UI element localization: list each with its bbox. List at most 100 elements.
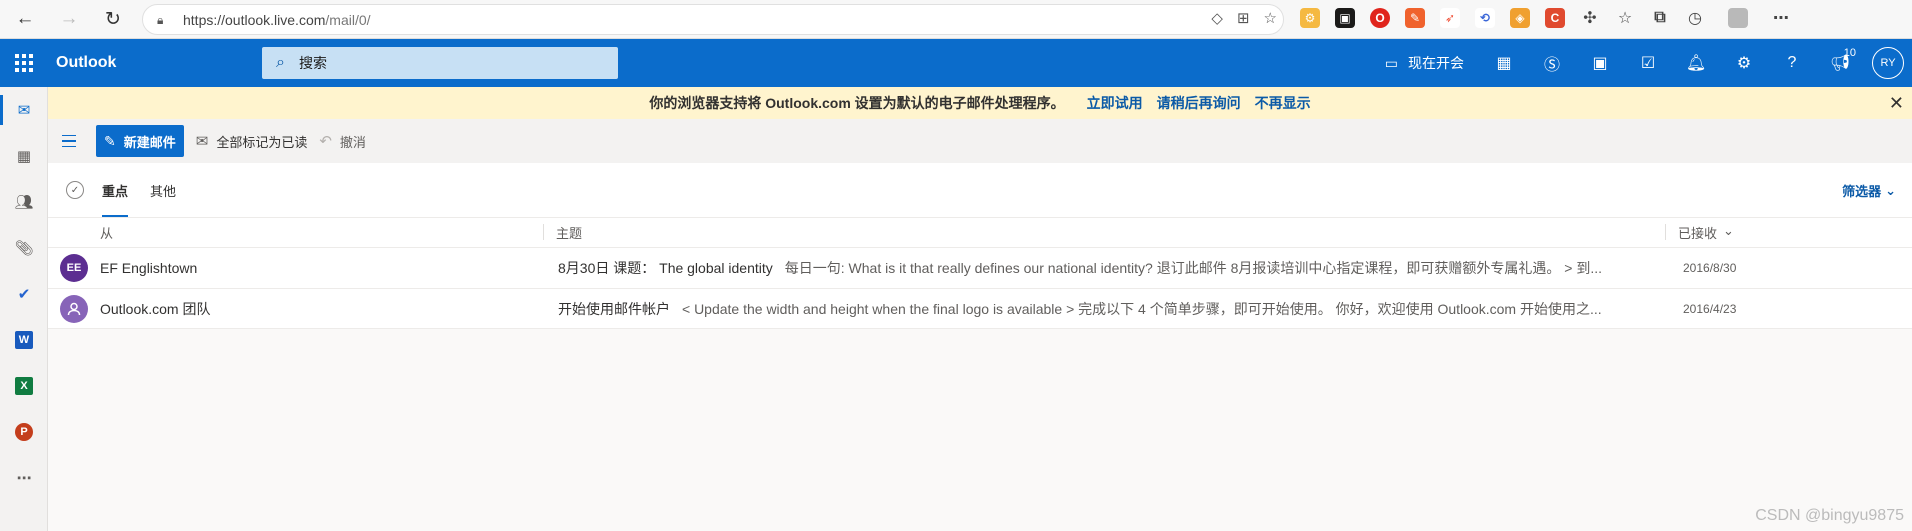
browser-profile-avatar[interactable]	[1728, 8, 1748, 28]
hamburger-menu-icon[interactable]	[62, 134, 86, 148]
collections-icon[interactable]: ⧉	[1650, 8, 1670, 28]
meet-now-button[interactable]: ▭ 现在开会	[1375, 53, 1480, 73]
calendar-icon: ▦	[16, 148, 32, 165]
undo-icon: ↶	[319, 133, 332, 150]
app-brand[interactable]: Outlook	[56, 54, 216, 72]
favorites-icon[interactable]: ☆	[1615, 8, 1635, 28]
whats-new-icon[interactable]: 📢︎ 10	[1816, 39, 1864, 87]
message-subject-line: 开始使用邮件帐户 < Update the width and height wh…	[558, 299, 1698, 319]
rail-word[interactable]: W	[0, 317, 48, 363]
lock-icon: 🔒︎	[157, 12, 164, 27]
extension-1-icon[interactable]: ⚙	[1300, 8, 1320, 28]
message-subject: 开始使用邮件帐户	[558, 300, 670, 317]
refresh-icon[interactable]: ↻	[98, 4, 128, 34]
try-now-link[interactable]: 立即试用	[1087, 93, 1143, 113]
rail-todo[interactable]: ✔	[0, 271, 48, 317]
message-row[interactable]: EE EF Englishtown 8月30日 课题： The global i…	[48, 247, 1912, 288]
read-aloud-icon[interactable]: ◇	[1211, 9, 1223, 27]
rail-excel[interactable]: X	[0, 363, 48, 409]
app-rail: ✉ ▦ 👥︎ 📎︎ ✔ W X P ⋯	[0, 87, 48, 531]
history-icon[interactable]: ◷	[1685, 8, 1705, 28]
tab-other[interactable]: 其他	[150, 163, 176, 218]
app-available-icon[interactable]: ⊞	[1237, 9, 1250, 27]
url-host: https://outlook.live.com	[183, 11, 326, 28]
excel-icon: X	[15, 377, 33, 395]
filter-button[interactable]: 筛选器 ⌄	[1842, 181, 1896, 200]
url-path: /mail/0/	[325, 11, 371, 28]
extensions-bar: ⚙ ▣ O ✎ ➶ ⟲ ◈ C ✣ ☆ ⧉ ◷ ⋯	[1300, 8, 1791, 28]
notification-badge: 10	[1843, 47, 1856, 59]
column-received-label: 已接收	[1678, 226, 1718, 241]
filter-label: 筛选器	[1842, 184, 1882, 199]
my-day-icon[interactable]: ▦	[1480, 39, 1528, 87]
account-avatar[interactable]: RY	[1872, 47, 1904, 79]
skype-icon[interactable]: Ⓢ	[1528, 39, 1576, 87]
rail-mail[interactable]: ✉	[0, 87, 48, 133]
browser-menu-icon[interactable]: ⋯	[1771, 8, 1791, 28]
gear-icon[interactable]: ⚙	[1720, 39, 1768, 87]
column-subject[interactable]: 主题	[556, 223, 582, 242]
favorite-star-icon[interactable]: ☆	[1264, 9, 1277, 27]
extension-7-icon[interactable]: ◈	[1510, 8, 1530, 28]
people-icon: 👥︎	[14, 194, 34, 211]
undo-button[interactable]: ↶ 撤消	[319, 132, 366, 151]
message-preview: 每日一句: What is it that really defines our…	[784, 260, 1603, 276]
dont-show-link[interactable]: 不再显示	[1255, 93, 1311, 113]
mail-icon: ✉	[17, 102, 31, 119]
new-mail-label: 新建邮件	[123, 134, 176, 150]
rail-calendar[interactable]: ▦	[0, 133, 48, 179]
word-icon: W	[15, 331, 33, 349]
rail-files[interactable]: 📎︎	[0, 225, 48, 271]
extension-4-icon[interactable]: ✎	[1405, 8, 1425, 28]
select-all-checkbox[interactable]: ✓	[66, 181, 84, 199]
new-mail-button[interactable]: ✎ 新建邮件	[96, 125, 184, 157]
more-apps-icon: ⋯	[16, 470, 32, 487]
column-from[interactable]: 从	[100, 223, 113, 242]
rail-powerpoint[interactable]: P	[0, 409, 48, 455]
rail-people[interactable]: 👥︎	[0, 179, 48, 225]
ask-later-link[interactable]: 请稍后再询问	[1157, 93, 1241, 113]
banner-message: 你的浏览器支持将 Outlook.com 设置为默认的电子邮件处理程序。	[649, 95, 1065, 111]
sender-name: EF Englishtown	[100, 260, 198, 276]
bell-icon[interactable]: 🔔︎	[1672, 39, 1720, 87]
mark-all-read-label: 全部标记为已读	[216, 134, 308, 150]
message-row[interactable]: Outlook.com 团队 开始使用邮件帐户 < Update the widt…	[48, 288, 1912, 329]
default-handler-banner: 你的浏览器支持将 Outlook.com 设置为默认的电子邮件处理程序。 立即试…	[48, 87, 1912, 119]
column-received[interactable]: 已接收 ⌄	[1678, 223, 1734, 242]
meet-now-label: 现在开会	[1408, 55, 1464, 71]
paperclip-icon: 📎︎	[14, 240, 34, 257]
search-placeholder: 搜索	[298, 55, 327, 71]
app-launcher-icon[interactable]	[0, 39, 48, 87]
extensions-puzzle-icon[interactable]: ✣	[1580, 8, 1600, 28]
header-actions: ▭ 现在开会 ▦ Ⓢ ▣ ☑ 🔔︎ ⚙ ? 📢︎ 10 RY	[1375, 39, 1912, 87]
todo-icon[interactable]: ☑	[1624, 39, 1672, 87]
help-icon[interactable]: ?	[1768, 39, 1816, 87]
watermark: CSDN @bingyu9875	[1755, 507, 1904, 524]
forward-icon[interactable]: →	[54, 4, 84, 34]
message-date: 2016/8/30	[1683, 261, 1737, 275]
inbox-pivot: ✓ 重点 其他 筛选器 ⌄	[48, 163, 1912, 218]
rail-more[interactable]: ⋯	[0, 455, 48, 501]
office-icon[interactable]: ▣	[1576, 39, 1624, 87]
message-preview: < Update the width and height when the f…	[682, 300, 1602, 317]
column-divider[interactable]	[543, 224, 544, 240]
tab-focused[interactable]: 重点	[102, 163, 129, 218]
column-divider[interactable]	[1665, 224, 1666, 240]
swift-extension-icon[interactable]: ➶	[1440, 8, 1460, 28]
search-icon: ⌕	[276, 54, 285, 71]
mark-all-read-button[interactable]: ✉ 全部标记为已读	[196, 132, 308, 151]
todo-check-icon: ✔	[17, 286, 31, 303]
extension-8-icon[interactable]: C	[1545, 8, 1565, 28]
message-list: ✓ 重点 其他 筛选器 ⌄ 从 主题 已接收 ⌄ EE EF Englishto…	[48, 163, 1912, 531]
opera-extension-icon[interactable]: O	[1370, 8, 1390, 28]
message-subject-line: 8月30日 课题： The global identity 每日一句: What …	[558, 258, 1698, 278]
column-header: 从 主题 已接收 ⌄	[48, 218, 1912, 247]
extension-2-icon[interactable]: ▣	[1335, 8, 1355, 28]
close-icon[interactable]: ✕	[1889, 93, 1904, 114]
back-icon[interactable]: ←	[10, 4, 40, 34]
address-bar[interactable]: 🔒︎ https://outlook.live.com/mail/0/ ◇ ⊞ …	[142, 4, 1284, 35]
app-header: Outlook ⌕ 搜索 ▭ 现在开会 ▦ Ⓢ ▣ ☑ 🔔︎ ⚙ ? 📢︎ 10 …	[0, 39, 1912, 87]
powerpoint-icon: P	[15, 423, 33, 441]
search-box[interactable]: ⌕ 搜索	[262, 47, 618, 79]
extension-6-icon[interactable]: ⟲	[1475, 8, 1495, 28]
